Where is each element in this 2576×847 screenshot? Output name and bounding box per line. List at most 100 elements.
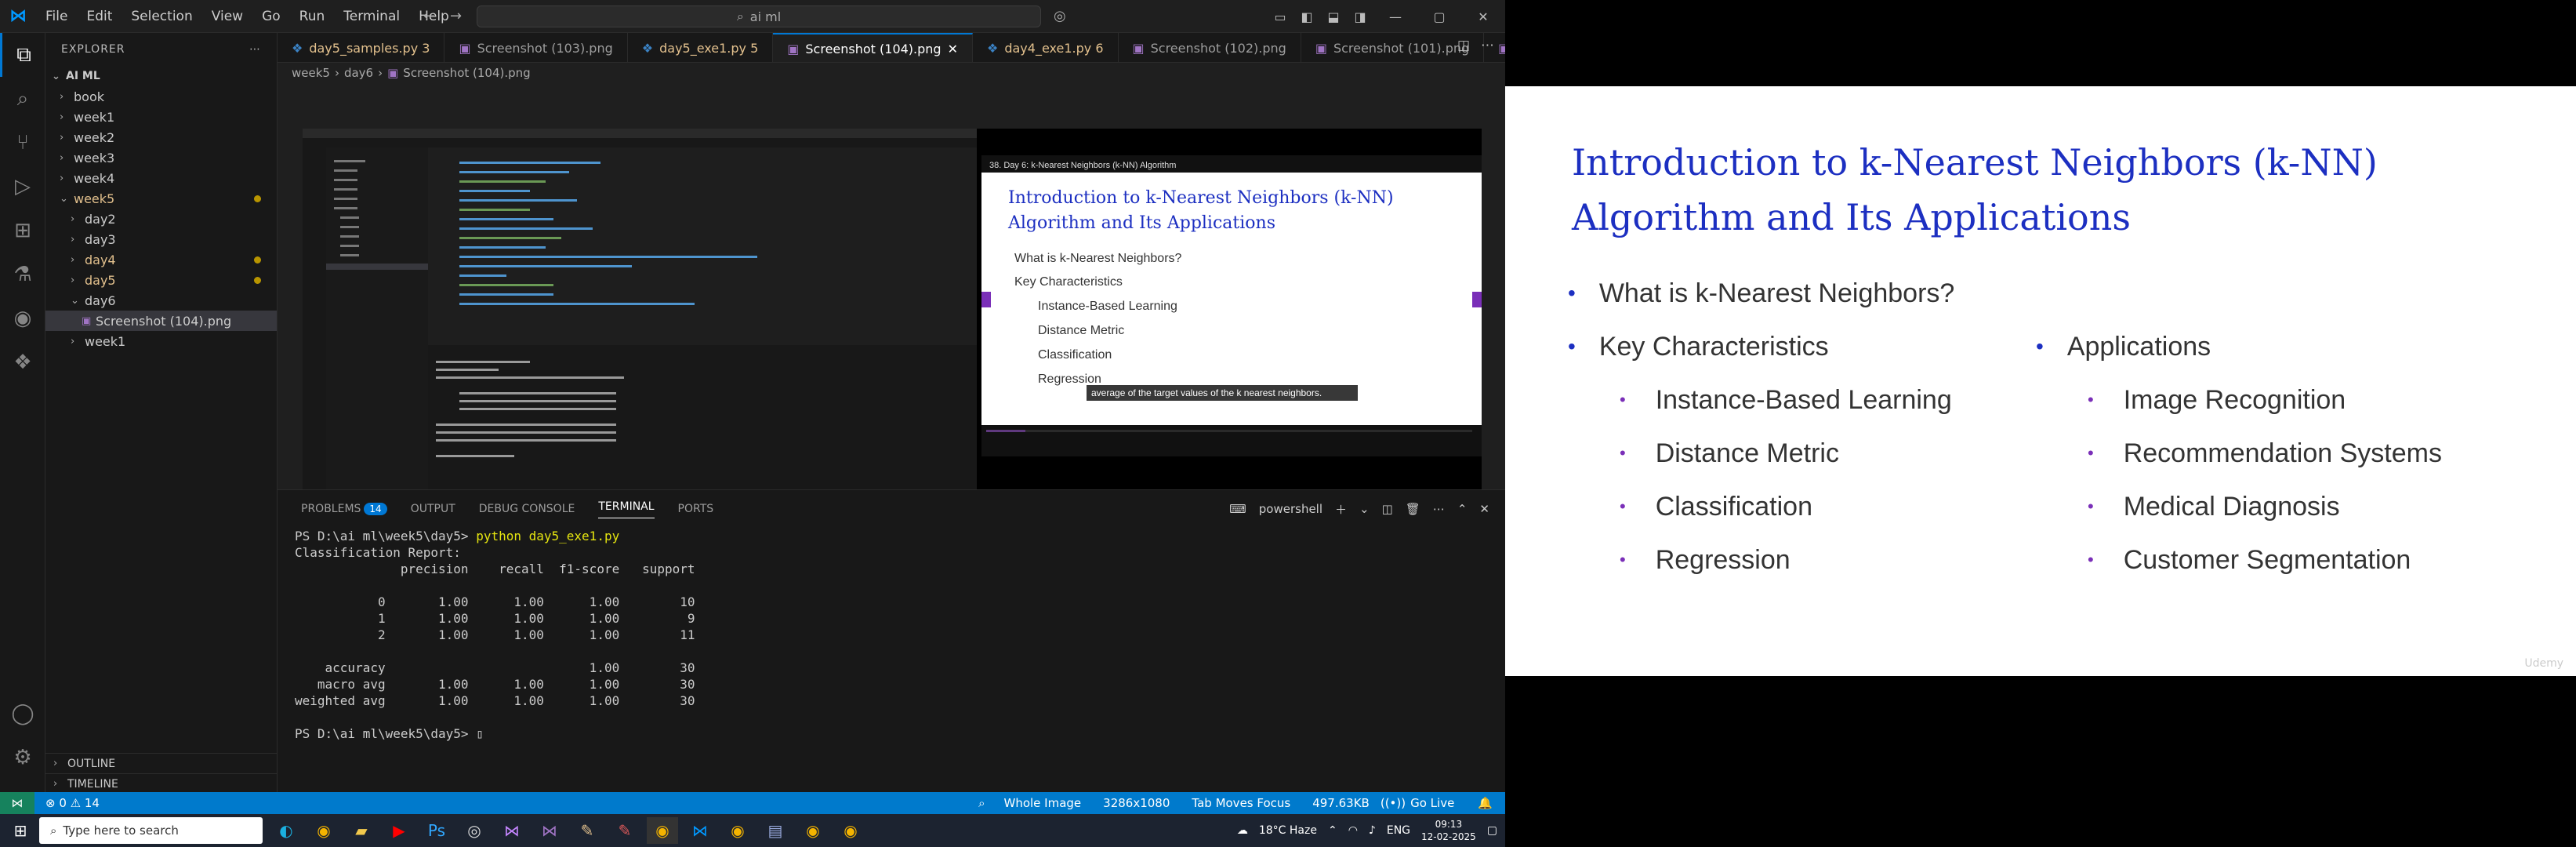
status-tab-focus[interactable]: Tab Moves Focus [1181, 796, 1301, 810]
weather-label[interactable]: 18°C Haze [1259, 824, 1317, 837]
tab-terminal[interactable]: TERMINAL [598, 500, 655, 518]
app-icon[interactable]: ✎ [571, 817, 603, 844]
tree-item[interactable]: › week3 [45, 147, 277, 168]
close-panel-icon[interactable]: ✕ [1479, 502, 1489, 516]
app-icon-2[interactable]: ✎ [609, 817, 640, 844]
editor-tab[interactable]: ❖ day5_samples.py 3 [278, 33, 445, 62]
tree-item[interactable]: › day2 [45, 209, 277, 229]
chrome-icon[interactable]: ◉ [308, 817, 339, 844]
toggle-sidebar-icon[interactable]: ◧ [1293, 3, 1320, 30]
tree-item[interactable]: › day4 [45, 249, 277, 270]
remote-icon[interactable]: ⋈ [0, 792, 34, 814]
back-arrow-icon[interactable]: ← [423, 8, 435, 24]
account-icon[interactable]: ◯ [0, 692, 45, 736]
menu-run[interactable]: Run [290, 9, 335, 24]
split-editor-icon[interactable]: ◫ [1457, 38, 1470, 53]
chrome-icon-2[interactable]: ◉ [722, 817, 753, 844]
tree-item[interactable]: ⌄ day6 [45, 290, 277, 311]
python-icon[interactable]: ❖ [0, 340, 45, 384]
menu-file[interactable]: File [36, 9, 77, 24]
tree-item[interactable]: › week1 [45, 331, 277, 351]
tree-item[interactable]: › day5 [45, 270, 277, 290]
outline-section[interactable]: › OUTLINE [45, 753, 278, 773]
run-debug-icon[interactable]: ▷ [0, 165, 45, 209]
edge-icon[interactable]: ◐ [270, 817, 302, 844]
forward-arrow-icon[interactable]: → [450, 8, 462, 24]
file-explorer-icon[interactable]: ▰ [346, 817, 377, 844]
tree-item[interactable]: ▣ Screenshot (104).png [45, 311, 277, 331]
tab-ports[interactable]: PORTS [678, 503, 714, 515]
notification-center-icon[interactable]: ▢ [1487, 824, 1497, 837]
tree-item[interactable]: ⌄ week5 [45, 188, 277, 209]
terminal-shell-label[interactable]: powershell [1259, 502, 1322, 516]
language-label[interactable]: ENG [1387, 824, 1410, 837]
menu-selection[interactable]: Selection [122, 9, 201, 24]
more-actions-icon[interactable]: ⋯ [1433, 502, 1445, 516]
close-tab-icon[interactable]: ✕ [948, 42, 958, 56]
manage-gear-icon[interactable]: ⚙ [0, 736, 45, 780]
source-control-icon[interactable]: ⑂ [0, 121, 45, 165]
tree-item[interactable]: › book [45, 86, 277, 107]
breadcrumb-week5[interactable]: week5 [292, 66, 330, 80]
layout-panel-icon[interactable]: ▭ [1267, 3, 1293, 30]
maximize-panel-icon[interactable]: ⌃ [1457, 502, 1468, 516]
windows-start-icon[interactable]: ⊞ [5, 817, 36, 844]
maximize-icon[interactable]: ▢ [1417, 3, 1461, 30]
vs-icon[interactable]: ⋈ [496, 817, 528, 844]
extensions-icon[interactable]: ⊞ [0, 209, 45, 253]
menu-terminal[interactable]: Terminal [334, 9, 409, 24]
more-actions-icon[interactable]: ⋯ [249, 43, 261, 56]
menu-edit[interactable]: Edit [77, 9, 122, 24]
tab-debug-console[interactable]: DEBUG CONSOLE [479, 503, 575, 515]
tab-output[interactable]: OUTPUT [411, 503, 455, 515]
terminal-output[interactable]: PS D:\ai ml\week5\day5> python day5_exe1… [278, 528, 1505, 742]
chevron-down-icon[interactable]: ⌄ [1359, 502, 1370, 516]
zoom-icon[interactable]: ⌕ [971, 796, 992, 810]
close-icon[interactable]: ✕ [1461, 3, 1505, 30]
tree-item[interactable]: › week2 [45, 127, 277, 147]
chevron-up-icon[interactable]: ⌃ [1328, 824, 1337, 837]
notepad-icon[interactable]: ▤ [760, 817, 791, 844]
breadcrumb-day6[interactable]: day6 [344, 66, 373, 80]
workspace-root[interactable]: ⌄ AI ML [45, 66, 277, 86]
network-icon[interactable]: ◠ [1348, 824, 1358, 837]
chrome-icon-4[interactable]: ◉ [835, 817, 866, 844]
status-whole-image[interactable]: Whole Image [993, 796, 1093, 810]
notifications-icon[interactable]: 🔔 [1465, 796, 1505, 810]
editor-tab[interactable]: ▣ Screenshot (102).png [1119, 33, 1301, 62]
tree-item[interactable]: › day3 [45, 229, 277, 249]
more-actions-icon[interactable]: ⋯ [1481, 38, 1494, 53]
search-view-icon[interactable]: ⌕ [0, 77, 45, 121]
tree-item[interactable]: › week4 [45, 168, 277, 188]
photoshop-icon[interactable]: Ps [421, 817, 452, 844]
problems-status[interactable]: ⊗ 0 ⚠ 14 [34, 796, 111, 810]
explorer-icon[interactable]: ⧉ [0, 33, 45, 77]
chrome-active-icon[interactable]: ◉ [647, 817, 678, 844]
editor-tab[interactable]: ▣ Screenshot (104).png ✕ [773, 33, 973, 62]
taskbar-search[interactable]: ⌕ Type here to search [39, 817, 263, 844]
status-go-live[interactable]: Go Live [1406, 796, 1465, 810]
volume-icon[interactable]: ♪ [1369, 824, 1376, 837]
chrome-icon-3[interactable]: ◉ [797, 817, 829, 844]
visual-studio-icon[interactable]: ⋈ [534, 817, 565, 844]
editor-tab[interactable]: ❖ day4_exe1.py 6 [973, 33, 1119, 62]
breadcrumb-file[interactable]: Screenshot (104).png [403, 66, 530, 80]
minimize-icon[interactable]: — [1373, 3, 1417, 30]
tree-item[interactable]: › week1 [45, 107, 277, 127]
editor-tab[interactable]: ❖ day5_exe1.py 5 [628, 33, 774, 62]
toggle-panel-icon[interactable]: ⬓ [1320, 3, 1347, 30]
editor-tab[interactable]: ▣ Screenshot (103).png [444, 33, 628, 62]
menu-go[interactable]: Go [252, 9, 290, 24]
menu-view[interactable]: View [202, 9, 252, 24]
copilot-chat-icon[interactable]: ◉ [0, 296, 45, 340]
split-terminal-icon[interactable]: ◫ [1382, 502, 1393, 516]
tab-problems[interactable]: PROBLEMS 14 [301, 503, 387, 515]
trash-icon[interactable]: 🗑 [1406, 502, 1420, 516]
command-center-search[interactable]: ⌕ ai ml [477, 5, 1041, 27]
testing-icon[interactable]: ⚗ [0, 253, 45, 296]
github-icon[interactable]: ◎ [459, 817, 490, 844]
vscode-taskbar-icon[interactable]: ⋈ [684, 817, 716, 844]
new-terminal-icon[interactable]: ＋ [1335, 501, 1347, 518]
copilot-icon[interactable]: ◎ [1054, 8, 1066, 24]
timeline-section[interactable]: › TIMELINE [45, 773, 278, 794]
